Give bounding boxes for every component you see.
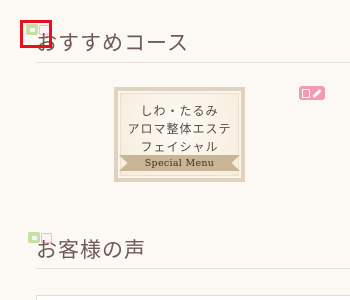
banner-line-1: しわ・たるみ (140, 104, 219, 118)
section-title-recommended: おすすめコース (36, 31, 189, 55)
selection-highlight (20, 20, 52, 48)
ribbon-label: Special Menu (144, 157, 215, 169)
banner-line-2: アロマ整体エステ (127, 122, 232, 136)
section-title-voice: お客様の声 (36, 238, 146, 262)
special-menu-banner[interactable]: しわ・たるみ アロマ整体エステ フェイシャル Special Menu (114, 87, 245, 182)
banner-line-3: フェイシャル (140, 140, 219, 154)
content-box (36, 295, 350, 300)
banner-text: しわ・たるみ アロマ整体エステ フェイシャル (121, 102, 238, 156)
pencil-icon (312, 88, 322, 98)
banner-frame: しわ・たるみ アロマ整体エステ フェイシャル Special Menu (119, 93, 240, 176)
banner-ribbon: Special Menu (119, 155, 240, 171)
section-divider (36, 268, 350, 269)
card-edit-button[interactable] (299, 86, 325, 100)
section-divider (36, 62, 350, 63)
document-icon (302, 88, 311, 98)
